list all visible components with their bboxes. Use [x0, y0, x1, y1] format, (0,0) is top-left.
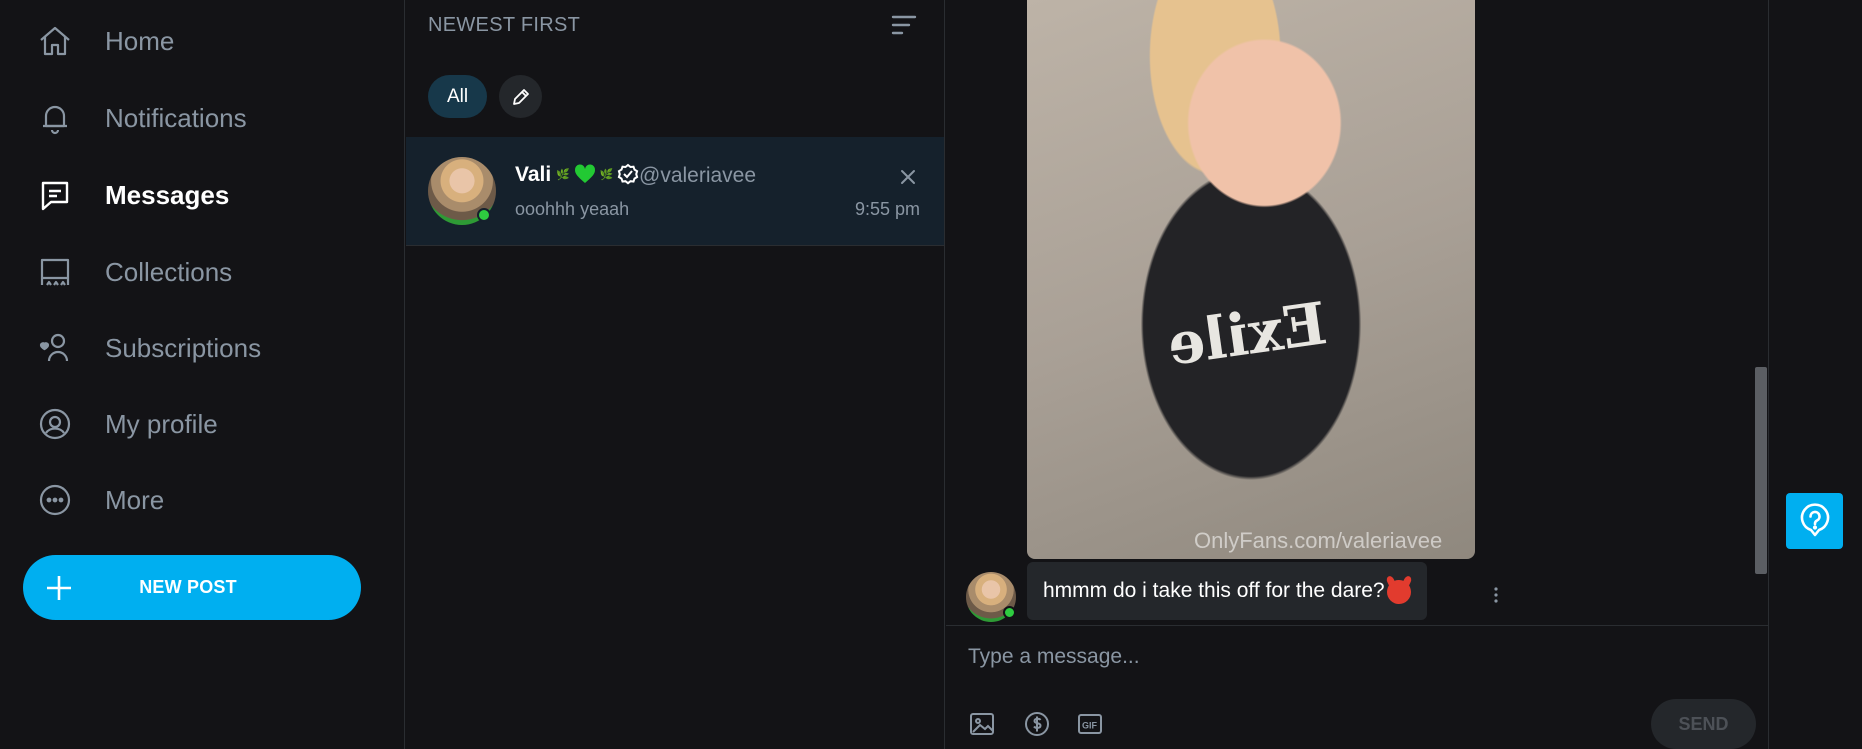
message-input[interactable]	[968, 640, 1528, 674]
edit-filters-button[interactable]	[499, 75, 542, 118]
nav-item-notifications[interactable]: Notifications	[36, 94, 247, 142]
dollar-icon[interactable]	[1023, 710, 1051, 738]
scrollbar-thumb[interactable]	[1755, 367, 1767, 574]
message-text: hmmm do i take this off for the dare?	[1043, 579, 1385, 602]
sidebar-nav: Home Notifications Messages Collections …	[0, 0, 405, 749]
name-emoji-badges: 🌿 🌿	[556, 163, 639, 185]
nav-item-label: Subscriptions	[105, 332, 262, 363]
filter-all-chip[interactable]: All	[428, 75, 487, 118]
more-icon	[36, 481, 74, 519]
nav-item-more[interactable]: More	[36, 476, 164, 524]
scrollbar-track	[1768, 0, 1769, 749]
nav-item-label: Collections	[105, 256, 233, 287]
nav-item-label: My profile	[105, 408, 218, 439]
chat-handle: @valeriavee	[639, 164, 757, 187]
new-post-label: NEW POST	[139, 577, 237, 597]
new-post-button[interactable]: NEW POST	[23, 555, 361, 620]
message-menu-icon[interactable]	[1493, 586, 1499, 604]
nav-item-home[interactable]: Home	[36, 17, 174, 65]
subscriptions-icon	[36, 329, 74, 367]
online-indicator	[477, 208, 491, 222]
shirt-graphic-text: Exile	[1163, 289, 1331, 379]
message-bubble: hmmm do i take this off for the dare?	[1027, 562, 1427, 620]
nav-item-messages[interactable]: Messages	[36, 171, 229, 219]
verified-icon	[618, 163, 639, 185]
image-icon[interactable]	[968, 710, 996, 738]
profile-icon	[36, 405, 74, 443]
chat-row[interactable]: Vali 🌿 🌿 @valeriavee ooohhh yeaah 9:55 p…	[406, 137, 944, 246]
heart-icon	[574, 164, 595, 183]
help-icon	[1800, 503, 1829, 537]
sort-icon[interactable]	[889, 13, 919, 39]
devil-emoji-icon	[1386, 580, 1411, 604]
chat-list-panel: NEWEST FIRST All Vali 🌿 🌿 @valeriavee oo…	[406, 0, 945, 749]
nav-item-label: Notifications	[105, 102, 247, 133]
message-photo[interactable]: Exile OnlyFans.com/valeriavee	[1027, 0, 1475, 559]
leaf-icon: 🌿	[599, 168, 614, 181]
chat-time: 9:55 pm	[854, 199, 920, 219]
app: Home Notifications Messages Collections …	[0, 0, 1862, 749]
chat-name: Vali	[515, 163, 552, 186]
divider	[946, 625, 1769, 626]
send-button[interactable]: SEND	[1651, 699, 1756, 749]
conversation-panel: Exile OnlyFans.com/valeriavee hmmm do i …	[946, 0, 1769, 749]
bell-icon	[36, 99, 74, 137]
bookmark-icon	[36, 253, 74, 291]
nav-item-collections[interactable]: Collections	[36, 248, 232, 296]
svg-text:GIF: GIF	[1082, 721, 1098, 731]
photo-watermark: OnlyFans.com/valeriavee	[1194, 528, 1443, 553]
nav-item-label: Messages	[105, 179, 230, 210]
leaf-icon: 🌿	[556, 168, 570, 181]
nav-item-label: Home	[105, 25, 175, 56]
message-icon	[36, 176, 74, 214]
help-button[interactable]	[1786, 493, 1843, 549]
chat-preview: ooohhh yeaah	[515, 199, 630, 219]
nav-item-label: More	[105, 484, 165, 515]
pencil-icon	[512, 88, 529, 105]
sort-label: NEWEST FIRST	[428, 14, 581, 36]
online-indicator	[1003, 606, 1016, 619]
gif-icon[interactable]: GIF	[1077, 710, 1105, 738]
home-icon	[36, 22, 74, 60]
nav-item-subscriptions[interactable]: Subscriptions	[36, 324, 261, 372]
close-icon[interactable]	[898, 167, 918, 187]
nav-item-my-profile[interactable]: My profile	[36, 400, 218, 448]
